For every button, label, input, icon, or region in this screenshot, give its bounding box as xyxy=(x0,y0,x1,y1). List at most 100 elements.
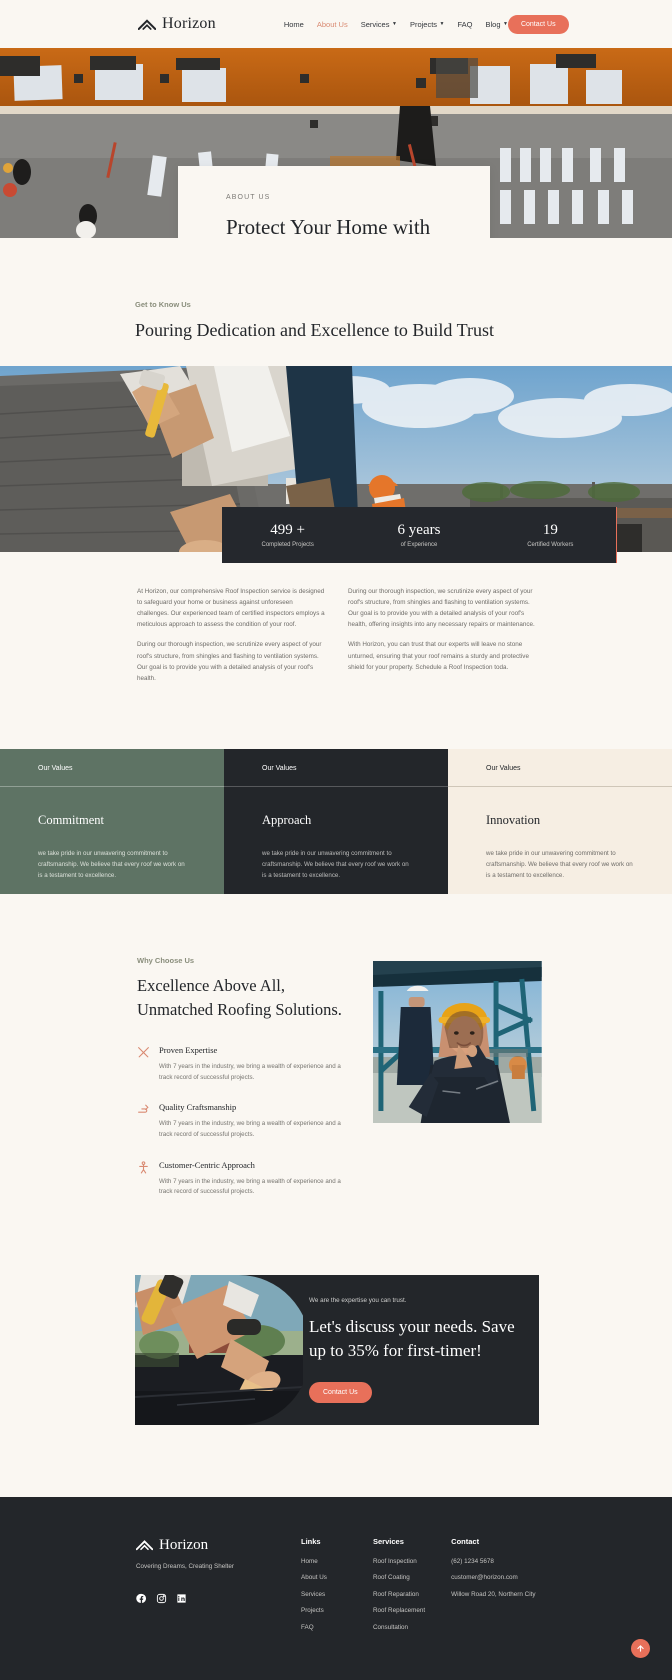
footer-link-faq[interactable]: FAQ xyxy=(301,1624,373,1631)
footer-link-projects[interactable]: Projects xyxy=(301,1607,373,1614)
scroll-to-top-button[interactable] xyxy=(631,1639,650,1659)
stat-value: 6 years xyxy=(397,521,441,538)
hero-title: Protect Your Home with Quality Roofing xyxy=(226,215,431,238)
chevron-down-icon: ▼ xyxy=(503,21,508,27)
header-contact-button[interactable]: Contact Us xyxy=(507,14,569,34)
social-links xyxy=(136,1593,301,1604)
footer-link-roof-coating[interactable]: Roof Coating xyxy=(373,1574,425,1581)
stat-item: 6 years of Experience xyxy=(353,522,484,548)
site-header: Horizon Home About Us Services ▼ Projects… xyxy=(0,0,672,48)
value-card-body: Innovation we take pride in our unwaveri… xyxy=(448,787,672,882)
nav-label: Projects xyxy=(409,19,438,29)
value-card-text: we take pride in our unwavering commitme… xyxy=(262,850,409,879)
nav-item-home[interactable]: Home xyxy=(284,20,304,29)
stat-value: 499 + xyxy=(270,521,306,538)
why-text-column: Why Choose Us Excellence Above All, Unma… xyxy=(137,956,355,1217)
why-choose-us-section: Why Choose Us Excellence Above All, Unma… xyxy=(0,894,672,1217)
nav-item-about-us[interactable]: About Us xyxy=(317,20,348,29)
footer-link-services[interactable]: Services xyxy=(301,1591,373,1598)
value-card-text: we take pride in our unwavering commitme… xyxy=(38,850,185,879)
footer-link-about-us[interactable]: About Us xyxy=(301,1574,373,1581)
facebook-icon[interactable] xyxy=(136,1593,147,1604)
footer-column-contact: Contact (62) 1234 5678 customer@horizon.… xyxy=(451,1537,535,1641)
value-card-title: Approach xyxy=(262,813,312,828)
value-card-innovation: Our Values Innovation we take pride in o… xyxy=(448,749,672,895)
feature-text: With 7 years in the industry, we bring a… xyxy=(159,1177,341,1196)
footer-brand-block: Horizon Covering Dreams, Creating Shelte… xyxy=(136,1537,301,1641)
copy-paragraph: With Horizon, you can trust that our exp… xyxy=(348,641,529,671)
footer-link-roof-inspection[interactable]: Roof Inspection xyxy=(373,1558,425,1565)
value-card-body: Approach we take pride in our unwavering… xyxy=(224,787,448,882)
stats-bar: 499 + Completed Projects 6 years of Expe… xyxy=(222,506,617,563)
stat-value: 19 xyxy=(542,521,558,538)
brand-logo[interactable]: Horizon xyxy=(138,15,216,33)
footer-link-consultation[interactable]: Consultation xyxy=(373,1624,425,1631)
footer-address: Willow Road 20, Northern City xyxy=(451,1590,536,1598)
linkedin-icon[interactable] xyxy=(176,1593,187,1604)
footer-column-heading: Services xyxy=(373,1536,404,1546)
value-card-commitment: Our Values Commitment we take pride in o… xyxy=(0,749,224,895)
cta-banner: We are the expertise you can trust. Let'… xyxy=(135,1274,539,1425)
cta-body: We are the expertise you can trust. Let'… xyxy=(309,1297,539,1403)
stat-item: 499 + Completed Projects xyxy=(222,522,353,548)
craftsmanship-hand-icon xyxy=(137,1102,150,1140)
roof-chevron-icon xyxy=(136,1540,153,1551)
feature-title: Proven Expertise xyxy=(159,1045,218,1056)
footer-logo[interactable]: Horizon xyxy=(136,1537,301,1554)
cta-title: Let's discuss your needs. Save up to 35%… xyxy=(309,1317,515,1360)
footer-email: customer@horizon.com xyxy=(451,1574,518,1582)
page-root: Horizon Home About Us Services ▼ Projects… xyxy=(0,0,672,1680)
stat-label: Certified Workers xyxy=(527,541,574,548)
feature-title: Customer-Centric Approach xyxy=(159,1159,255,1170)
main-nav: Home About Us Services ▼ Projects ▼ FAQ Bl… xyxy=(284,20,508,29)
copy-column-left: At Horizon, our comprehensive Roof Inspe… xyxy=(137,586,326,694)
hero-eyebrow: ABOUT US xyxy=(226,194,271,201)
feature-body: Customer-Centric Approach With 7 years i… xyxy=(159,1160,355,1198)
footer-column-heading: Contact xyxy=(451,1536,480,1546)
nav-label: About Us xyxy=(316,19,348,29)
copy-paragraph: During our thorough inspection, we scrut… xyxy=(137,641,322,682)
feature-body: Proven Expertise With 7 years in the ind… xyxy=(159,1045,355,1083)
footer-link-roof-replacement[interactable]: Roof Replacement xyxy=(373,1607,425,1614)
chevron-down-icon: ▼ xyxy=(439,21,445,27)
value-card-approach: Our Values Approach we take pride in our… xyxy=(224,749,448,895)
nav-item-services[interactable]: Services ▼ xyxy=(361,20,397,29)
footer-column-heading: Links xyxy=(301,1536,321,1546)
value-card-eyebrow: Our Values xyxy=(224,749,448,788)
feature-item-customer-centric-approach: Customer-Centric Approach With 7 years i… xyxy=(137,1160,355,1198)
know-us-section: Get to Know Us Pouring Dedication and Ex… xyxy=(0,238,672,366)
value-card-eyebrow: Our Values xyxy=(0,749,224,788)
crossed-tools-icon xyxy=(137,1045,150,1083)
footer-phone: (62) 1234 5678 xyxy=(451,1557,494,1565)
cta-eyebrow: We are the expertise you can trust. xyxy=(309,1297,407,1305)
stat-label: Completed Projects xyxy=(261,541,314,548)
footer-link-home[interactable]: Home xyxy=(301,1558,373,1565)
value-card-body: Commitment we take pride in our unwaveri… xyxy=(0,787,224,882)
copy-paragraph: At Horizon, our comprehensive Roof Inspe… xyxy=(137,587,325,629)
nav-item-faq[interactable]: FAQ xyxy=(457,20,472,29)
instagram-icon[interactable] xyxy=(156,1593,167,1604)
value-card-eyebrow: Our Values xyxy=(448,749,672,788)
nav-item-projects[interactable]: Projects ▼ xyxy=(410,20,445,29)
nav-label: FAQ xyxy=(457,19,473,29)
feature-text: With 7 years in the industry, we bring a… xyxy=(159,1120,341,1138)
copy-paragraph: During our thorough inspection, we scrut… xyxy=(348,587,535,629)
know-us-title: Pouring Dedication and Excellence to Bui… xyxy=(135,320,494,340)
feature-item-proven-expertise: Proven Expertise With 7 years in the ind… xyxy=(137,1045,355,1083)
feature-item-quality-craftsmanship: Quality Craftsmanship With 7 years in th… xyxy=(137,1102,355,1140)
hero-card: ABOUT US Protect Your Home with Quality … xyxy=(178,166,490,238)
why-eyebrow: Why Choose Us xyxy=(137,956,195,966)
site-footer: Horizon Covering Dreams, Creating Shelte… xyxy=(0,1496,672,1680)
nav-item-blog[interactable]: Blog ▼ xyxy=(486,20,508,29)
feature-text: With 7 years in the industry, we bring a… xyxy=(159,1063,341,1081)
person-icon xyxy=(137,1160,150,1198)
footer-link-roof-reparation[interactable]: Roof Reparation xyxy=(373,1591,425,1598)
nav-label: Home xyxy=(283,19,304,29)
stat-item: 19 Certified Workers xyxy=(485,522,616,548)
female-worker-photo xyxy=(373,961,542,1124)
know-us-eyebrow: Get to Know Us xyxy=(135,300,191,309)
cta-contact-button[interactable]: Contact Us xyxy=(309,1381,372,1403)
feature-title: Quality Craftsmanship xyxy=(159,1102,237,1113)
chevron-down-icon: ▼ xyxy=(391,21,397,27)
value-card-text: we take pride in our unwavering commitme… xyxy=(486,850,633,879)
